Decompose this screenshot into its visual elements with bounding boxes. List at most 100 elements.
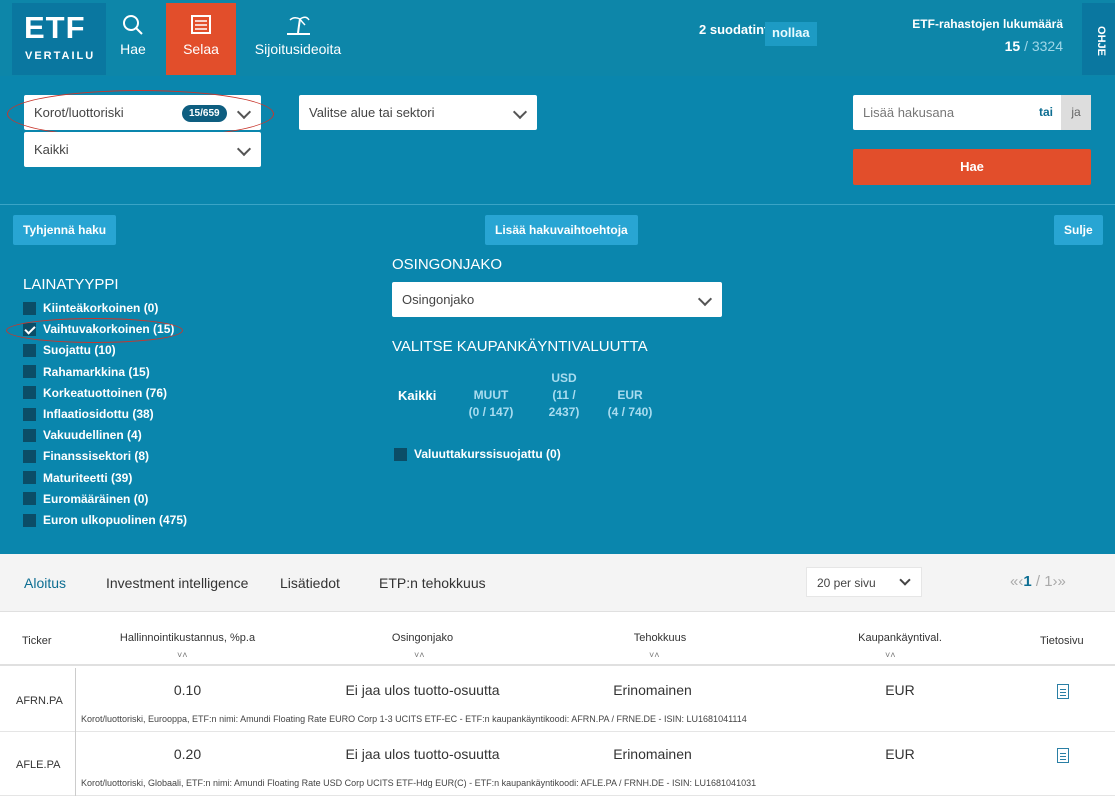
sort-efficiency[interactable]: ˅˄ xyxy=(649,650,660,660)
tab-aloitus[interactable]: Aloitus xyxy=(24,575,66,591)
operator-or-button[interactable]: tai xyxy=(1031,95,1061,130)
pager-next[interactable]: ›» xyxy=(1053,573,1066,590)
row-efficiency: Erinomainen xyxy=(613,682,692,698)
currency-other[interactable]: MUUT (0 / 147) xyxy=(462,387,520,421)
per-page-select[interactable]: 20 per sivu xyxy=(806,567,922,597)
sort-currency[interactable]: ˅˄ xyxy=(885,650,896,660)
region-select[interactable]: Valitse alue tai sektori xyxy=(299,95,537,130)
loan-type-label: Korkeatuottoinen (76) xyxy=(43,385,168,400)
tab-lisatiedot[interactable]: Lisätiedot xyxy=(280,575,340,591)
checkbox[interactable] xyxy=(23,343,36,357)
pagination: «‹1 / 1›» xyxy=(1010,573,1066,590)
checkbox[interactable] xyxy=(23,492,36,506)
clear-search-button[interactable]: Tyhjennä haku xyxy=(13,215,117,245)
sort-dividend[interactable]: ˅˄ xyxy=(414,650,425,660)
currency-title: VALITSE KAUPANKÄYNTIVALUUTTA xyxy=(392,338,648,355)
loan-type-checkbox[interactable]: Vaihtuvakorkoinen (15) xyxy=(23,319,174,339)
loan-type-label: Suojattu (10) xyxy=(43,343,116,358)
loan-type-label: Inflaatiosidottu (38) xyxy=(43,407,154,421)
loan-type-checkbox[interactable]: Kiinteäkorkoinen (0) xyxy=(23,298,158,318)
currency-eur[interactable]: EUR (4 / 740) xyxy=(603,387,657,421)
loan-type-checkbox[interactable]: Euromääräinen (0) xyxy=(23,489,148,509)
checkbox[interactable] xyxy=(23,386,36,400)
checkbox[interactable] xyxy=(23,449,36,463)
logo-subtitle: VERTAILU xyxy=(25,50,96,62)
table-row[interactable]: AFRN.PA 0.10 Ei jaa ulos tuotto-osuutta … xyxy=(0,668,1115,732)
chevron-down-icon xyxy=(236,104,252,120)
row-description: Korot/luottoriski, Eurooppa, ETF:n nimi:… xyxy=(81,714,747,724)
row-cost: 0.10 xyxy=(173,682,202,698)
chevron-down-icon xyxy=(899,574,911,586)
loan-type-checkbox[interactable]: Inflaatiosidottu (38) xyxy=(23,404,154,424)
dividend-select-value: Osingonjako xyxy=(402,292,475,307)
loan-type-checkbox[interactable]: Maturiteetti (39) xyxy=(23,468,132,488)
pager-total: 1 xyxy=(1044,573,1053,590)
table-row[interactable]: AFLE.PA 0.20 Ei jaa ulos tuotto-osuutta … xyxy=(0,732,1115,796)
col-dividend[interactable]: Osingonjako xyxy=(370,632,475,644)
nav-selaa[interactable]: Selaa xyxy=(166,3,236,75)
row-efficiency: Erinomainen xyxy=(613,746,692,762)
keyword-input[interactable]: Lisää hakusana xyxy=(853,95,1031,130)
sort-cost[interactable]: ˅˄ xyxy=(177,650,188,660)
checkbox[interactable] xyxy=(23,513,36,527)
dividend-select[interactable]: Osingonjako xyxy=(392,282,722,317)
nav-sijoitusideoita[interactable]: Sijoitusideoita xyxy=(248,3,348,75)
more-options-button[interactable]: Lisää hakuvaihtoehtoja xyxy=(485,215,638,245)
tab-etp-tehokkuus[interactable]: ETP:n tehokkuus xyxy=(379,575,486,591)
loan-type-checkbox[interactable]: Euron ulkopuolinen (475) xyxy=(23,510,187,530)
loan-type-label: Vakuudellinen (4) xyxy=(43,428,142,443)
chevron-down-icon xyxy=(512,104,528,120)
panel-divider xyxy=(0,204,1115,205)
operator-and-button[interactable]: ja xyxy=(1061,95,1091,130)
checkbox[interactable] xyxy=(23,322,36,336)
loan-type-checkbox[interactable]: Finanssisektori (8) xyxy=(23,446,149,466)
reset-filters-button[interactable]: nollaa xyxy=(765,22,817,46)
help-tab-label: OHJE xyxy=(1094,26,1107,56)
fund-count-value: 15 / 3324 xyxy=(960,38,1063,54)
col-currency[interactable]: Kaupankäyntival. xyxy=(845,632,955,644)
table-header: Ticker Hallinnointikustannus, %p.a ˅˄ Os… xyxy=(0,613,1115,666)
loan-type-checkbox[interactable]: Suojattu (10) xyxy=(23,340,116,360)
pager-current[interactable]: 1 xyxy=(1023,573,1031,590)
currency-hedged-checkbox[interactable]: Valuuttakurssisuojattu (0) xyxy=(394,444,561,464)
fund-count-total: / 3324 xyxy=(1024,38,1063,54)
currency-eur-count: (4 / 740) xyxy=(607,405,653,419)
currency-other-name: MUUT xyxy=(473,388,509,402)
loan-type-checkbox[interactable]: Korkeatuottoinen (76) xyxy=(23,383,167,403)
currency-eur-name: EUR xyxy=(617,388,643,402)
close-button[interactable]: Sulje xyxy=(1054,215,1103,245)
document-icon[interactable] xyxy=(1057,684,1069,699)
checkbox[interactable] xyxy=(23,301,36,315)
region-select-value: Valitse alue tai sektori xyxy=(309,105,435,120)
row-ticker: AFLE.PA xyxy=(16,759,61,771)
checkbox[interactable] xyxy=(23,471,36,485)
currency-usd[interactable]: USD (11 / 2437) xyxy=(543,370,585,421)
checkbox[interactable] xyxy=(394,447,407,461)
document-icon[interactable] xyxy=(1057,748,1069,763)
search-button[interactable]: Hae xyxy=(853,149,1091,185)
col-efficiency[interactable]: Tehokkuus xyxy=(620,632,700,644)
loan-type-checkbox[interactable]: Vakuudellinen (4) xyxy=(23,425,142,445)
chevron-down-icon xyxy=(236,141,252,157)
category-select-value: Korot/luottoriski xyxy=(34,105,124,120)
nav-hae[interactable]: Hae xyxy=(109,3,157,75)
pager-sep: / xyxy=(1031,573,1045,590)
help-tab[interactable]: OHJE xyxy=(1082,3,1115,75)
loan-type-checkbox[interactable]: Rahamarkkina (15) xyxy=(23,362,150,382)
list-icon xyxy=(191,15,211,34)
subcategory-select[interactable]: Kaikki xyxy=(24,132,261,167)
tab-investment-intelligence[interactable]: Investment intelligence xyxy=(106,575,248,591)
checkbox[interactable] xyxy=(23,407,36,421)
col-cost[interactable]: Hallinnointikustannus, %p.a xyxy=(110,632,265,644)
logo[interactable]: ETF VERTAILU xyxy=(12,3,106,75)
checkbox[interactable] xyxy=(23,365,36,379)
currency-all[interactable]: Kaikki xyxy=(398,387,436,404)
loan-type-label: Rahamarkkina (15) xyxy=(43,364,150,379)
loan-type-label: Maturiteetti (39) xyxy=(43,470,133,485)
result-tabs: Aloitus Investment intelligence Lisätied… xyxy=(0,554,1115,612)
loan-type-label: Euromääräinen (0) xyxy=(43,491,149,506)
row-ticker: AFRN.PA xyxy=(16,695,63,707)
pager-prev[interactable]: «‹ xyxy=(1010,573,1023,590)
category-select[interactable]: Korot/luottoriski 15/659 xyxy=(24,95,261,130)
checkbox[interactable] xyxy=(23,428,36,442)
